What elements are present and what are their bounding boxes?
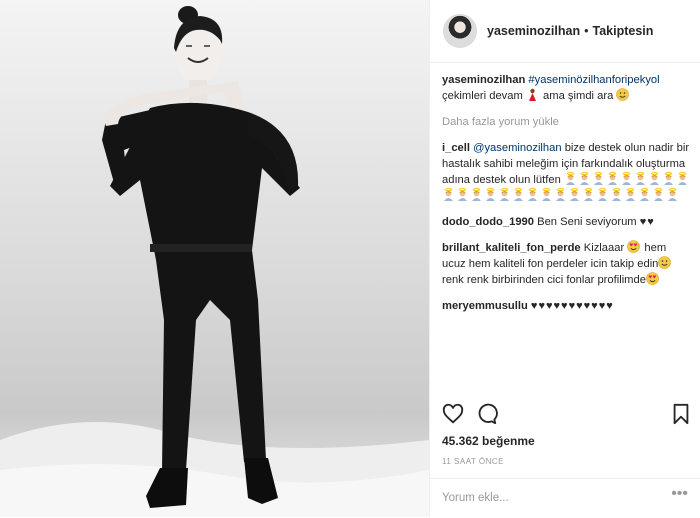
angel-emoji-icon [663,172,673,185]
angel-emoji-icon [556,188,565,201]
black-heart-icon: ♥ [576,300,583,312]
black-heart-icon: ♥ [530,300,538,312]
comment-text-3: renk renk birbirinden cici fonlar profil… [442,274,646,286]
instagram-post: yaseminozilhan • Takiptesin yaseminozilh… [0,0,700,517]
angel-emoji-icon [677,172,687,185]
post-actions [442,403,692,429]
header-separator: • [584,24,589,38]
more-options-icon[interactable]: ••• [671,485,688,503]
comment-item: i_cell @yaseminozilhan bize destek olun … [442,140,692,204]
comment-item: dodo_dodo_1990 Ben Seni seviyorum ♥♥ [442,214,692,230]
post-photo[interactable] [0,0,430,517]
angel-emoji-icon [486,188,495,201]
comment-text: Kizlaaar [583,242,625,254]
angel-emoji-icon [584,188,593,201]
angel-emoji-icon [458,188,467,201]
angel-emoji-icon [668,188,677,201]
post-time[interactable]: 11 SAAT ÖNCE [442,457,504,466]
heart-eyes-emoji-icon: ♥♥ [627,240,641,253]
caption: yaseminozilhan #yaseminözilhanforipekyol… [442,72,692,104]
smile-emoji-icon [616,88,630,101]
black-heart-icon: ♥ [538,300,545,312]
header-username[interactable]: yaseminozilhan [487,24,580,38]
load-more-comments[interactable]: Daha fazla yorum yükle [442,114,692,130]
comment-item: brillant_kaliteli_fon_perde Kizlaaar ♥♥ … [442,240,692,288]
black-heart-icon: ♥ [591,300,598,312]
black-heart-icon: ♥ [583,300,591,312]
comment-username[interactable]: dodo_dodo_1990 [442,216,534,228]
comment-text: Ben Seni seviyorum [537,216,637,228]
angel-emoji-icon [621,172,631,185]
svg-text:♥♥: ♥♥ [630,242,638,248]
comments-list: yaseminozilhan #yaseminözilhanforipekyol… [442,72,692,324]
angel-emoji-icon [654,188,663,201]
angel-emoji-icon [649,172,659,185]
angel-emoji-icon [500,188,509,201]
post-side-panel: yaseminozilhan • Takiptesin yaseminozilh… [430,0,700,517]
comment-mention[interactable]: @yaseminozilhan [473,142,561,154]
bookmark-icon[interactable] [671,403,691,425]
comment-icon[interactable] [476,403,498,425]
angel-emoji-icon [593,172,603,185]
caption-text: çekimleri devam [442,90,523,102]
black-heart-row: ♥♥♥♥♥♥♥♥♥♥♥ [531,300,614,312]
caption-username[interactable]: yaseminozilhan [442,74,525,86]
angel-emoji-icon [626,188,635,201]
angel-emoji-icon [640,188,649,201]
black-heart-icon: ♥ [545,300,553,312]
black-heart-icon: ♥ [647,216,654,228]
caption-text-tail: ama şimdi ara [543,90,614,102]
comment-input[interactable]: Yorum ekle... [442,492,509,504]
heart-eyes-emoji-icon: ♥♥ [646,272,659,285]
angel-emoji-icon [542,188,551,201]
angel-emoji-icon [579,172,589,185]
angel-emoji-icon [472,188,481,201]
angel-emoji-icon [570,188,579,201]
smile-emoji-icon [658,256,672,269]
avatar[interactable] [443,14,477,48]
comment-item: meryemmusullu ♥♥♥♥♥♥♥♥♥♥♥ [442,298,692,314]
angel-emoji-icon [528,188,537,201]
angel-emoji-icon [565,172,575,185]
angel-emoji-icon [635,172,645,185]
svg-text:♥♥: ♥♥ [648,274,656,280]
dancer-emoji-icon [528,88,536,101]
angel-emoji-icon [607,172,617,185]
black-heart-icon: ♥ [639,216,647,228]
angel-emoji-icon [612,188,621,201]
heart-icon[interactable] [442,403,464,425]
black-heart-icon: ♥ [606,300,613,312]
black-heart-icon: ♥ [561,300,568,312]
add-comment-bar: Yorum ekle... ••• [430,478,700,518]
black-heart-icon: ♥ [568,300,576,312]
post-header: yaseminozilhan • Takiptesin [430,0,700,63]
comment-username[interactable]: meryemmusullu [442,300,528,312]
caption-hashtag[interactable]: #yaseminözilhanforipekyol [528,74,659,86]
angel-emoji-icon [444,188,453,201]
black-heart-icon: ♥ [598,300,606,312]
comment-username[interactable]: i_cell [442,142,470,154]
comment-username[interactable]: brillant_kaliteli_fon_perde [442,242,581,254]
woman-photo-illustration [0,6,429,517]
follow-status[interactable]: Takiptesin [592,24,653,38]
black-heart-icon: ♥ [553,300,561,312]
likes-count[interactable]: 45.362 beğenme [442,434,535,448]
angel-emoji-icon [514,188,523,201]
angel-emoji-icon [598,188,607,201]
